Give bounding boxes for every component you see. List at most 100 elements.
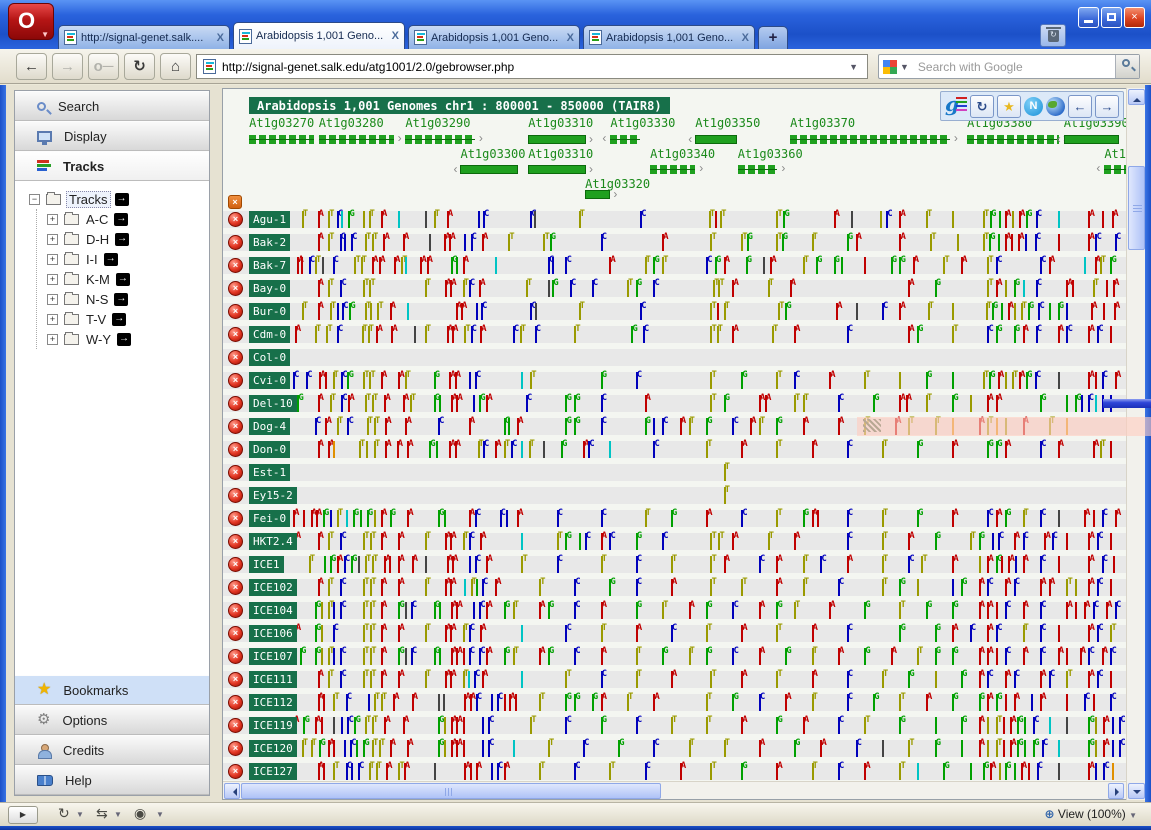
tree-root-tracks[interactable]: − Tracks → [29,189,209,209]
n-badge-icon[interactable]: N [1024,97,1043,116]
tree-item-a-c[interactable]: + A-C → [47,209,209,229]
track-label[interactable]: ICE127 [249,763,297,780]
close-track-group-button[interactable]: × [228,195,242,209]
panel-toggle-button[interactable]: ▶ [8,806,38,824]
gene-glyph[interactable]: ‹ [1064,135,1119,144]
tab-close-icon[interactable]: X [567,32,574,44]
tree-root-label[interactable]: Tracks [66,191,111,208]
remove-track-button[interactable]: × [228,488,243,503]
tab-close-icon[interactable]: X [392,30,399,42]
remove-track-button[interactable]: × [228,396,243,411]
remove-track-button[interactable]: × [228,511,243,526]
gene-glyph[interactable]: › [249,135,314,144]
remove-track-button[interactable]: × [228,718,243,733]
arrow-badge-icon[interactable]: → [115,193,129,206]
track-label[interactable]: Col-0 [249,349,290,366]
chevron-down-icon[interactable]: ▼ [114,810,122,819]
tree-item-label[interactable]: A-C [84,212,110,227]
pan-left-button[interactable]: ← [1068,95,1092,118]
pan-right-button[interactable]: → [1095,95,1119,118]
remove-track-button[interactable]: × [228,626,243,641]
gene-glyph[interactable]: › [967,135,1059,144]
track-label[interactable]: ICE112 [249,694,297,711]
gene-glyph[interactable]: › [790,135,950,144]
reload-button[interactable]: ↻ [124,53,155,80]
tab-close-icon[interactable]: X [742,32,749,44]
gene-glyph[interactable]: › [405,135,475,144]
sidebar-item-display[interactable]: Display [15,121,209,151]
link-icon[interactable]: ⇆ [96,805,108,822]
remove-track-button[interactable]: × [228,557,243,572]
tree-item-label[interactable]: N-S [84,292,110,307]
track-label[interactable]: ICE111 [249,671,297,688]
track-label[interactable]: Del-10 [249,395,297,412]
track-label[interactable]: Ey15-2 [249,487,297,504]
scroll-left-arrow[interactable] [224,783,240,799]
remove-track-button[interactable]: × [228,580,243,595]
refresh-button[interactable]: ↻ [970,95,994,118]
remove-track-button[interactable]: × [228,442,243,457]
track-label[interactable]: HKT2.4 [249,533,297,550]
track-label[interactable]: ICE104 [249,602,297,619]
track-label[interactable]: ICE102 [249,579,297,596]
gene-glyph[interactable]: › [528,135,586,144]
expand-icon[interactable]: + [47,274,58,285]
tree-item-label[interactable]: T-V [84,312,108,327]
remove-track-button[interactable]: × [228,534,243,549]
chevron-down-icon[interactable]: ▼ [156,810,164,819]
gene-glyph[interactable]: › [528,165,586,174]
expand-icon[interactable]: + [47,234,58,245]
tab-close-icon[interactable]: X [217,32,224,44]
track-label[interactable]: Cdm-0 [249,326,290,343]
remove-track-button[interactable]: × [228,212,243,227]
sidebar-item-options[interactable]: ⚙ Options [15,705,209,735]
gbrowse-logo-icon[interactable]: g [945,94,967,118]
track-label[interactable]: Bur-0 [249,303,290,320]
track-label[interactable]: Dog-4 [249,418,290,435]
gene-glyph[interactable]: › [738,165,778,174]
tree-item-label[interactable]: I-I [84,252,100,267]
search-go-button[interactable] [1115,55,1139,78]
expand-icon[interactable]: + [47,314,58,325]
arrow-badge-icon[interactable]: → [117,333,131,346]
expand-icon[interactable]: + [47,214,58,225]
tree-item-k-m[interactable]: + K-M → [47,269,209,289]
collapse-icon[interactable]: − [29,194,40,205]
tree-item-t-v[interactable]: + T-V → [47,309,209,329]
restore-button[interactable] [1101,7,1122,28]
gene-glyph[interactable]: ‹ [460,165,518,174]
scroll-right-arrow[interactable] [1108,783,1124,799]
tree-item-i-i[interactable]: + I-I → [47,249,209,269]
sync-icon[interactable]: ↻ [58,805,70,822]
tree-item-d-h[interactable]: + D-H → [47,229,209,249]
gene-glyph[interactable]: › [319,135,394,144]
remove-track-button[interactable]: × [228,419,243,434]
remove-track-button[interactable]: × [228,373,243,388]
remove-track-button[interactable]: × [228,304,243,319]
tab-2-active[interactable]: Arabidopsis 1,001 Geno... X [233,22,405,49]
track-label[interactable]: Bak-2 [249,234,290,251]
tab-4[interactable]: Arabidopsis 1,001 Geno... X [583,25,755,49]
tab-3[interactable]: Arabidopsis 1,001 Geno... X [408,25,580,49]
gene-glyph[interactable]: › [650,165,695,174]
horizontal-scrollbar[interactable] [223,781,1128,799]
track-label[interactable]: Cvi-0 [249,372,290,389]
network-icon[interactable]: ◉ [134,805,146,822]
horizontal-scroll-thumb[interactable] [241,783,661,799]
scroll-down-arrow[interactable] [1128,783,1145,799]
remove-track-button[interactable]: × [228,235,243,250]
arrow-badge-icon[interactable]: → [116,273,130,286]
remove-track-button[interactable]: × [228,327,243,342]
sidebar-item-help[interactable]: Help [15,765,209,795]
sidebar-item-bookmarks[interactable]: ★ Bookmarks [15,675,209,705]
track-label[interactable]: Est-1 [249,464,290,481]
closed-tabs-trash-button[interactable] [1040,24,1066,47]
arrow-badge-icon[interactable]: → [115,233,129,246]
zoom-control[interactable]: ⊕ View (100%) ▼ [1045,807,1137,821]
forward-button[interactable]: → [52,53,83,80]
gene-glyph[interactable]: › [585,190,610,199]
tree-item-n-s[interactable]: + N-S → [47,289,209,309]
vertical-scroll-thumb[interactable] [1128,166,1145,250]
remove-track-button[interactable]: × [228,281,243,296]
key-button[interactable]: o─ [88,53,119,80]
